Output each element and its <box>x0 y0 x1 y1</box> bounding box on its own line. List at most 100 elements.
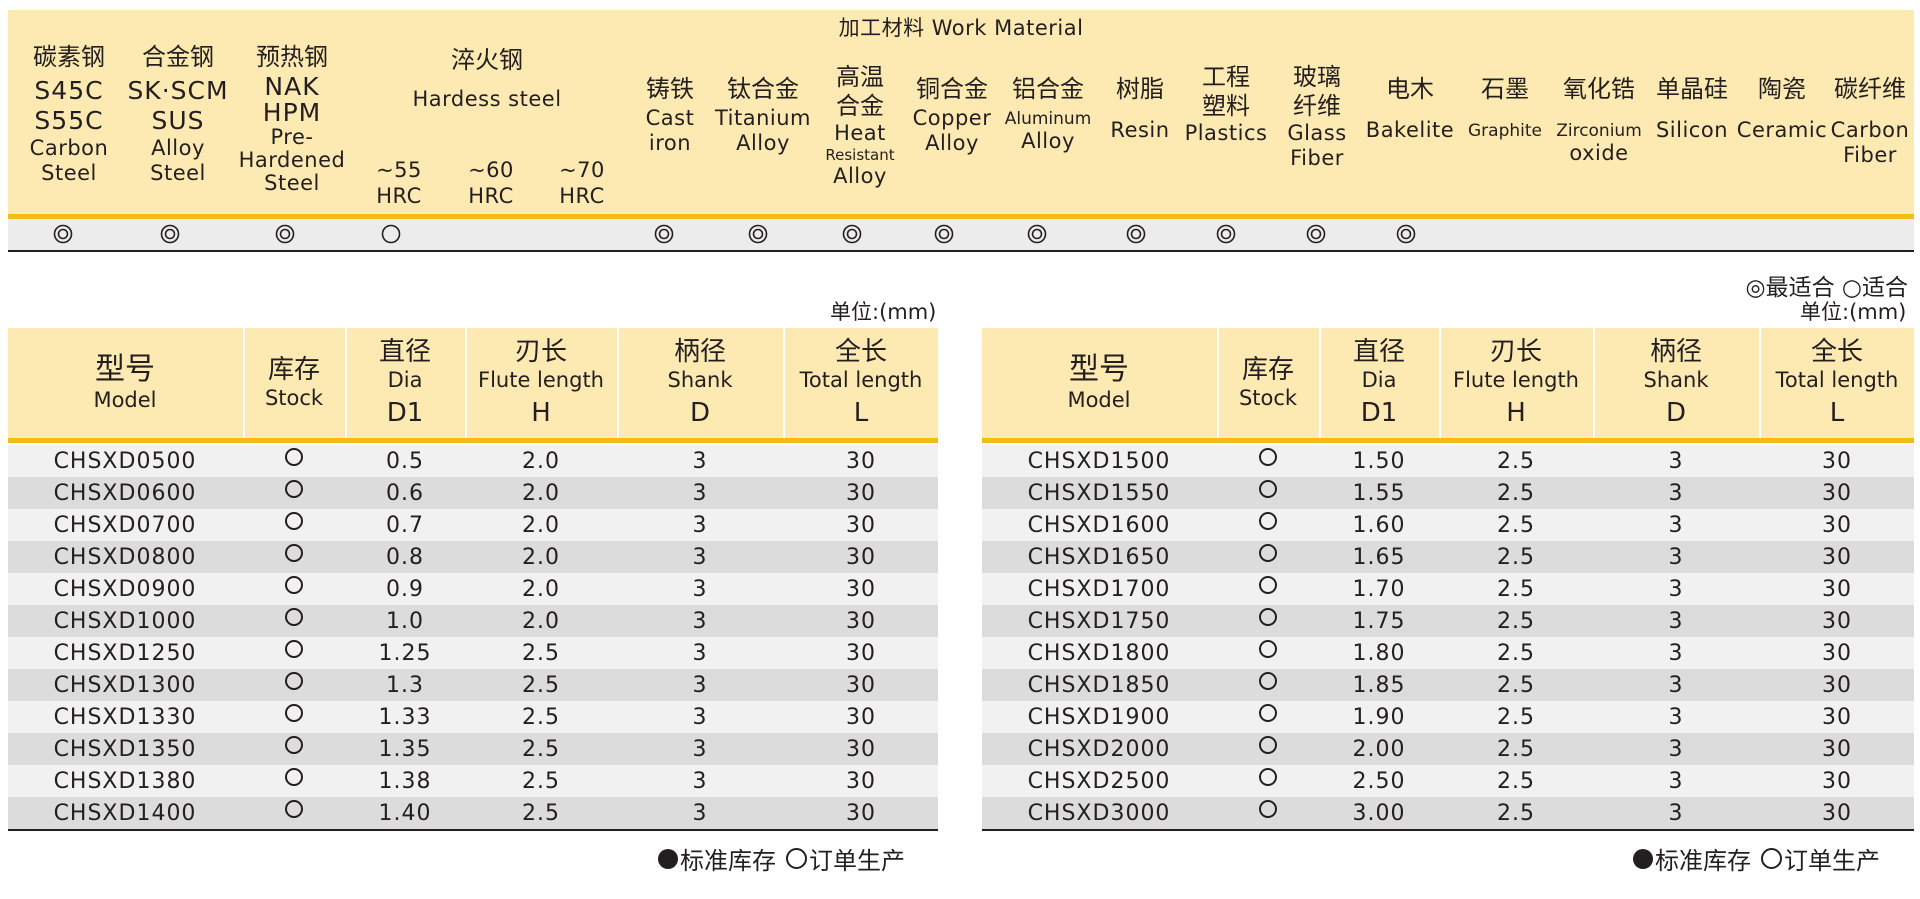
dia-cell: 0.9 <box>386 577 424 602</box>
table-row: CHSXD1900 1.90 2.5 3 30 <box>982 701 1914 733</box>
dia-cell: 1.38 <box>378 769 432 794</box>
material-zh: 纤维 <box>1293 91 1341 120</box>
material-en: Zirconium <box>1556 120 1642 141</box>
flute-cell: 2.5 <box>1497 801 1535 826</box>
total-cell: 30 <box>846 545 876 570</box>
double-circle-icon <box>1126 224 1146 244</box>
table-row: CHSXD3000 3.00 2.5 3 30 <box>982 797 1914 829</box>
dia-cell: 1.80 <box>1352 641 1406 666</box>
model-cell: CHSXD1550 <box>1027 481 1171 506</box>
model-cell: CHSXD0900 <box>53 577 197 602</box>
total-cell: 30 <box>846 737 876 762</box>
shank-cell: 3 <box>1668 513 1684 538</box>
open-circle-icon <box>1259 544 1277 562</box>
total-cell: 30 <box>846 705 876 730</box>
product-table-right: 型号 Model 库存 Stock 直径 Dia D1 刃长 Flute length H 柄径 Sh… <box>982 328 1914 831</box>
shank-cell: 3 <box>692 673 708 698</box>
model-cell: CHSXD1400 <box>53 801 197 826</box>
stock-cell <box>1218 445 1318 477</box>
dia-cell: 1.55 <box>1352 481 1406 506</box>
material-code: HPM <box>262 98 322 128</box>
total-cell: 30 <box>846 673 876 698</box>
material-zh: 氧化锆 <box>1563 75 1635 103</box>
material-en: Cast <box>645 105 695 130</box>
model-cell: CHSXD1750 <box>1027 609 1171 634</box>
material-en: Steel <box>150 160 206 185</box>
model-cell: CHSXD1650 <box>1027 545 1171 570</box>
material-zh: 高温 <box>836 63 884 91</box>
unit-label-right: 单位:(mm) <box>1800 300 1907 324</box>
material-pre-hardened-steel: 预热钢 NAK HPM Pre- Hardened Steel <box>236 43 348 214</box>
material-en: Silicon <box>1655 117 1729 142</box>
flute-cell: 2.5 <box>522 801 560 826</box>
header-dia: 直径 Dia D1 <box>346 328 464 438</box>
header-shank-text: 柄径 <box>673 337 726 368</box>
model-cell: CHSXD2500 <box>1027 769 1171 794</box>
material-code: SUS <box>151 105 205 135</box>
header-total-text: Total length <box>799 368 923 393</box>
material-en: Alloy <box>151 135 205 160</box>
header-shank-text: D <box>689 397 711 428</box>
open-circle-icon <box>1259 512 1277 530</box>
material-heat-resistant-alloy: 高温 合金 Heat Resistant Alloy <box>814 43 906 234</box>
shank-cell: 3 <box>1668 705 1684 730</box>
dia-cell: 2.50 <box>1352 769 1406 794</box>
header-total-text: Total length <box>1775 368 1899 393</box>
open-circle-icon <box>285 448 303 466</box>
model-cell: CHSXD1900 <box>1027 705 1171 730</box>
model-cell: CHSXD0800 <box>53 545 197 570</box>
material-zh: 合金钢 <box>142 43 214 71</box>
stock-legend-right: 标准库存 订单生产 <box>1633 841 1880 876</box>
shank-cell: 3 <box>1668 769 1684 794</box>
stock-cell <box>244 477 344 509</box>
stock-cell <box>244 573 344 605</box>
dia-cell: 1.35 <box>378 737 432 762</box>
stock-cell <box>1218 797 1318 829</box>
flute-cell: 2.5 <box>522 769 560 794</box>
stock-cell <box>1218 509 1318 541</box>
total-cell: 30 <box>1822 673 1852 698</box>
header-total: 全长 Total length L <box>784 328 938 438</box>
double-circle-icon <box>1027 224 1047 244</box>
header-stock: 库存 Stock <box>1218 328 1318 438</box>
material-zh: 预热钢 <box>256 43 328 71</box>
dia-cell: 0.5 <box>386 449 424 474</box>
stock-cell <box>244 509 344 541</box>
header-shank-text: D <box>1665 397 1687 428</box>
table-row: CHSXD0900 0.9 2.0 3 30 <box>8 573 938 605</box>
double-circle-icon <box>53 224 73 244</box>
material-code: NAK <box>264 71 320 101</box>
model-cell: CHSXD0600 <box>53 481 197 506</box>
shank-cell: 3 <box>1668 449 1684 474</box>
header-flute: 刃长 Flute length H <box>1440 328 1592 438</box>
open-circle-icon <box>285 480 303 498</box>
model-cell: CHSXD1700 <box>1027 577 1171 602</box>
stock-cell <box>1218 765 1318 797</box>
header-flute: 刃长 Flute length H <box>466 328 616 438</box>
header-shank-text: 柄径 <box>1649 337 1702 368</box>
header-stock-text: 库存 <box>1241 354 1294 385</box>
stock-cell <box>1218 605 1318 637</box>
double-circle-icon <box>1306 224 1326 244</box>
dia-cell: 1.25 <box>378 641 432 666</box>
dia-cell: 1.3 <box>386 673 424 698</box>
header-divider <box>345 328 347 438</box>
work-material-bottom-rule <box>8 250 1914 252</box>
stock-cell <box>1218 573 1318 605</box>
header-dia-text: D1 <box>386 397 424 428</box>
flute-cell: 2.0 <box>522 513 560 538</box>
open-circle-icon <box>1259 704 1277 722</box>
material-zh: 玻璃 <box>1293 63 1341 91</box>
dia-cell: 1.0 <box>386 609 424 634</box>
flute-cell: 2.5 <box>1497 641 1535 666</box>
model-cell: CHSXD1000 <box>53 609 197 634</box>
total-cell: 30 <box>846 641 876 666</box>
hrc-60-label: ~60 HRC <box>468 158 514 209</box>
shank-cell: 3 <box>1668 481 1684 506</box>
table-row: CHSXD1800 1.80 2.5 3 30 <box>982 637 1914 669</box>
table-row: CHSXD1400 1.40 2.5 3 30 <box>8 797 938 829</box>
stock-cell <box>244 445 344 477</box>
stock-cell <box>244 701 344 733</box>
model-cell: CHSXD1500 <box>1027 449 1171 474</box>
shank-cell: 3 <box>1668 737 1684 762</box>
